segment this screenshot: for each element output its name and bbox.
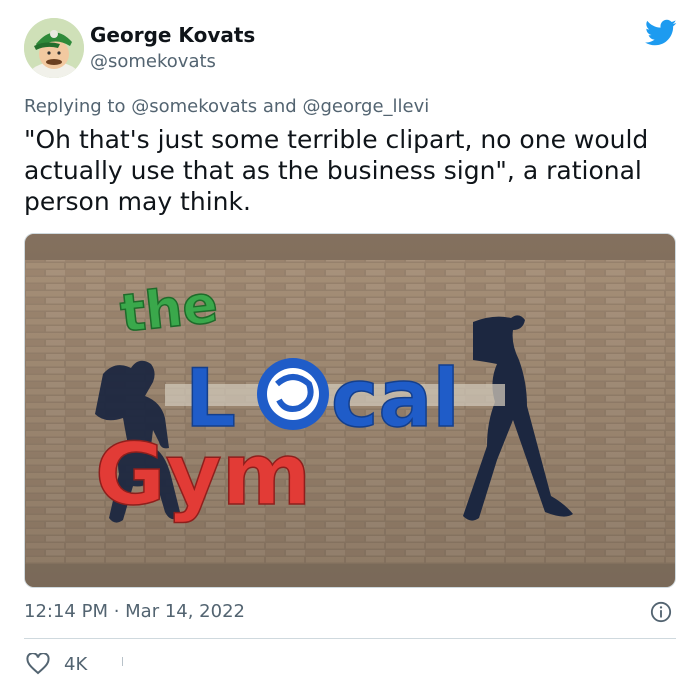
heart-icon[interactable] bbox=[26, 653, 50, 675]
divider bbox=[24, 638, 676, 639]
user-handle[interactable]: @somekovats bbox=[90, 51, 216, 72]
tweet-text: "Oh that's just some terrible clipart, n… bbox=[24, 125, 649, 216]
mention-link[interactable]: @somekovats bbox=[131, 96, 257, 117]
replying-to: Replying to @somekovats and @george_llev… bbox=[24, 96, 429, 117]
gym-sign-photo: the L cal Gym bbox=[25, 234, 675, 587]
sign-word-gym: Gym bbox=[95, 425, 311, 525]
like-count[interactable]: 4K bbox=[64, 654, 87, 675]
sign-word-local-rest: cal bbox=[331, 352, 460, 445]
display-name[interactable]: George Kovats bbox=[90, 23, 255, 47]
sign-logo-circle bbox=[257, 358, 329, 430]
mention-link[interactable]: @george_llevi bbox=[302, 96, 429, 117]
replying-prefix: Replying to bbox=[24, 96, 132, 117]
replying-joiner: and bbox=[257, 96, 303, 117]
sign-word-the: the bbox=[118, 275, 221, 345]
action-separator bbox=[122, 657, 123, 666]
tweet-card: George Kovats @somekovats Replying to @s… bbox=[0, 0, 700, 691]
avatar[interactable] bbox=[24, 18, 84, 78]
info-icon[interactable] bbox=[650, 601, 672, 623]
tweet-image[interactable]: the L cal Gym bbox=[24, 233, 676, 588]
avatar-image bbox=[24, 18, 84, 78]
tweet-timestamp[interactable]: 12:14 PM · Mar 14, 2022 bbox=[24, 601, 245, 622]
twitter-bird-icon[interactable] bbox=[645, 19, 677, 47]
